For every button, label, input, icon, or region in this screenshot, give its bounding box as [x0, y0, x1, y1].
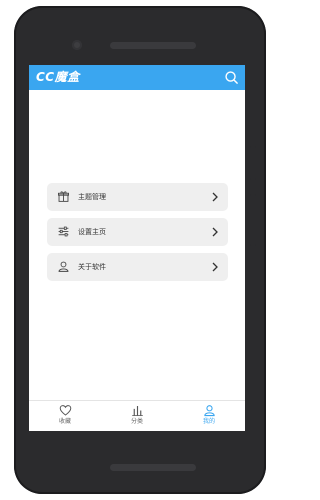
tab-categories[interactable]: 分类: [101, 401, 173, 431]
chevron-right-icon: [212, 227, 218, 237]
tab-favorites[interactable]: 收藏: [29, 401, 101, 431]
menu-item-theme-management[interactable]: 主题管理: [47, 183, 228, 211]
bottom-speaker: [110, 464, 196, 471]
power-button: [250, 146, 256, 180]
tab-label: 我的: [202, 418, 215, 425]
tab-mine[interactable]: 我的: [173, 401, 245, 431]
chevron-right-icon: [212, 192, 218, 202]
menu-item-label: 设置主页: [78, 228, 106, 236]
menu-item-label: 主题管理: [78, 193, 106, 201]
user-icon: [203, 405, 215, 417]
search-icon[interactable]: [224, 70, 239, 85]
gift-icon: [58, 191, 69, 202]
tab-label: 分类: [130, 418, 143, 425]
phone-screen: CC魔盒 主题管理 设置主页 关于软件 收藏 分类 我的: [29, 65, 245, 431]
app-bar: CC魔盒: [29, 65, 245, 90]
front-camera: [72, 40, 82, 50]
settings-menu: 主题管理 设置主页 关于软件: [47, 183, 228, 288]
menu-item-about-software[interactable]: 关于软件: [47, 253, 228, 281]
menu-item-label: 关于软件: [78, 263, 106, 271]
top-speaker: [110, 42, 196, 49]
bottom-tab-bar: 收藏 分类 我的: [29, 400, 245, 431]
user-icon: [58, 261, 69, 272]
app-title: CC魔盒: [36, 70, 80, 84]
menu-item-set-homepage[interactable]: 设置主页: [47, 218, 228, 246]
sliders-icon: [58, 226, 69, 237]
tab-label: 收藏: [58, 418, 71, 425]
volume-button: [250, 194, 256, 246]
chevron-right-icon: [212, 262, 218, 272]
bar-chart-icon: [131, 406, 143, 417]
heart-icon: [59, 405, 71, 416]
